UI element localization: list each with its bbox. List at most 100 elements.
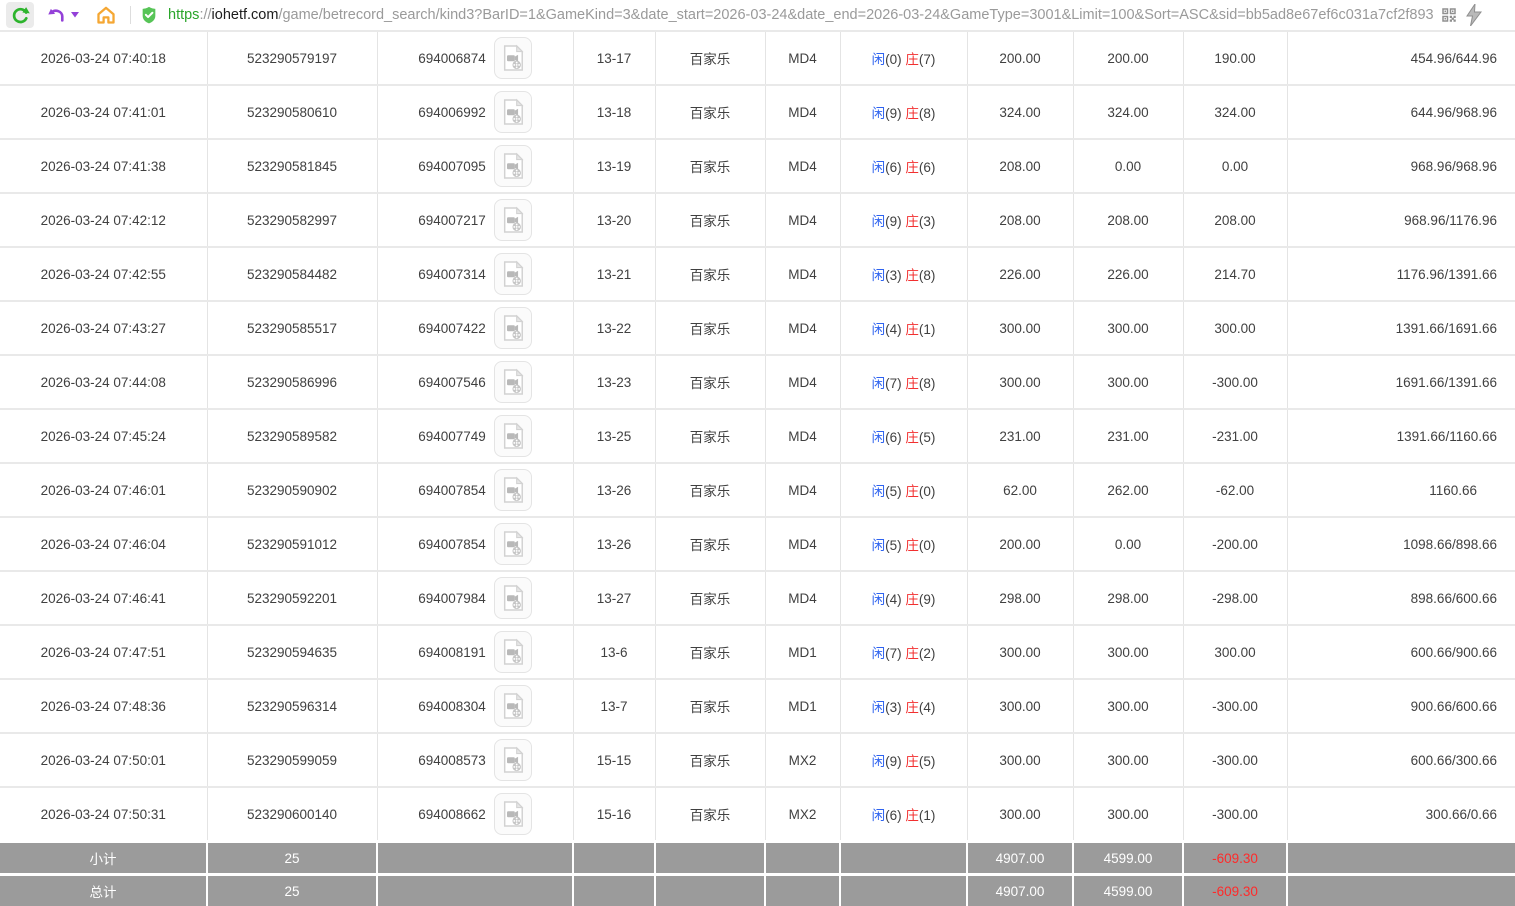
valid-amount-cell: 300.00 xyxy=(1073,625,1183,679)
table-row: 2026-03-24 07:50:01 523290599059 6940085… xyxy=(0,733,1515,787)
round-id-text: 694006874 xyxy=(418,51,486,66)
balance-cell: 600.66/300.66 xyxy=(1287,733,1515,787)
video-replay-button[interactable] xyxy=(494,523,532,565)
video-replay-button[interactable] xyxy=(494,307,532,349)
home-button[interactable] xyxy=(92,2,120,28)
table-name-cell: MD4 xyxy=(765,193,840,247)
summary-winloss-cell: -609.30 xyxy=(1183,842,1287,875)
player-label: 闲 xyxy=(872,322,886,337)
bet-id-cell: 523290590902 xyxy=(207,463,377,517)
video-replay-button[interactable] xyxy=(494,685,532,727)
player-count: (9) xyxy=(885,214,902,229)
video-replay-icon xyxy=(501,638,525,666)
bet-amount-cell: 300.00 xyxy=(967,355,1073,409)
summary-empty-cell xyxy=(840,842,967,875)
player-label: 闲 xyxy=(872,700,886,715)
balance-cell: 898.66/600.66 xyxy=(1287,571,1515,625)
round-cell: 13-26 xyxy=(573,517,655,571)
video-replay-button[interactable] xyxy=(494,739,532,781)
video-replay-button[interactable] xyxy=(494,361,532,403)
table-row: 2026-03-24 07:43:27 523290585517 6940074… xyxy=(0,301,1515,355)
summary-empty-cell xyxy=(655,842,765,875)
round-id-text: 694007422 xyxy=(418,321,486,336)
lightning-icon[interactable] xyxy=(1466,4,1482,26)
player-count: (6) xyxy=(885,430,902,445)
table-row: 2026-03-24 07:41:38 523290581845 6940070… xyxy=(0,139,1515,193)
result-cell: 闲(3) 庄(8) xyxy=(840,247,967,301)
video-replay-button[interactable] xyxy=(494,199,532,241)
round-cell: 15-16 xyxy=(573,787,655,842)
url-domain: iohetf.com xyxy=(212,7,279,23)
bet-time-cell: 2026-03-24 07:41:38 xyxy=(0,139,207,193)
bet-id-cell: 523290581845 xyxy=(207,139,377,193)
video-replay-button[interactable] xyxy=(494,793,532,835)
summary-empty-cell xyxy=(377,875,573,906)
round-cell: 13-25 xyxy=(573,409,655,463)
table-name-cell: MD4 xyxy=(765,301,840,355)
table-name-cell: MD4 xyxy=(765,355,840,409)
table-name-cell: MD4 xyxy=(765,409,840,463)
game-name-cell: 百家乐 xyxy=(655,301,765,355)
round-cell: 13-19 xyxy=(573,139,655,193)
balance-cell: 300.66/0.66 xyxy=(1287,787,1515,842)
round-cell: 13-27 xyxy=(573,571,655,625)
bet-id-cell: 523290599059 xyxy=(207,733,377,787)
address-bar[interactable]: https://iohetf.com/game/betrecord_search… xyxy=(139,2,1515,28)
video-replay-icon xyxy=(501,530,525,558)
bet-id-cell: 523290582997 xyxy=(207,193,377,247)
bet-amount-cell: 231.00 xyxy=(967,409,1073,463)
balance-cell: 454.96/644.96 xyxy=(1287,31,1515,85)
undo-button[interactable] xyxy=(42,2,70,28)
player-count: (9) xyxy=(885,106,902,121)
video-replay-icon xyxy=(501,44,525,72)
summary-winloss-cell: -609.30 xyxy=(1183,875,1287,906)
game-name-cell: 百家乐 xyxy=(655,355,765,409)
video-replay-button[interactable] xyxy=(494,631,532,673)
video-replay-button[interactable] xyxy=(494,37,532,79)
winloss-cell: 214.70 xyxy=(1183,247,1287,301)
round-id-text: 694008304 xyxy=(418,699,486,714)
round-cell: 13-22 xyxy=(573,301,655,355)
player-label: 闲 xyxy=(872,538,886,553)
valid-amount-cell: 300.00 xyxy=(1073,301,1183,355)
video-replay-button[interactable] xyxy=(494,469,532,511)
winloss-cell: 324.00 xyxy=(1183,85,1287,139)
game-name-cell: 百家乐 xyxy=(655,733,765,787)
result-cell: 闲(7) 庄(2) xyxy=(840,625,967,679)
qr-code-icon[interactable] xyxy=(1440,6,1458,24)
video-replay-button[interactable] xyxy=(494,415,532,457)
result-cell: 闲(9) 庄(8) xyxy=(840,85,967,139)
bet-id-cell: 523290579197 xyxy=(207,31,377,85)
bet-id-cell: 523290591012 xyxy=(207,517,377,571)
undo-dropdown-button[interactable] xyxy=(70,2,80,28)
bet-amount-cell: 208.00 xyxy=(967,139,1073,193)
video-replay-icon xyxy=(501,746,525,774)
player-count: (0) xyxy=(885,52,902,67)
valid-amount-cell: 231.00 xyxy=(1073,409,1183,463)
round-id-cell: 694006992 xyxy=(377,85,573,139)
valid-amount-cell: 324.00 xyxy=(1073,85,1183,139)
round-id-cell: 694007546 xyxy=(377,355,573,409)
video-replay-button[interactable] xyxy=(494,91,532,133)
summary-empty-cell xyxy=(573,842,655,875)
refresh-icon xyxy=(10,5,31,26)
video-replay-button[interactable] xyxy=(494,577,532,619)
player-count: (4) xyxy=(885,322,902,337)
video-replay-button[interactable] xyxy=(494,253,532,295)
url-path: /game/betrecord_search/kind3?BarID=1&Gam… xyxy=(278,7,1433,23)
summary-row: 总计 25 4907.00 4599.00 -609.30 xyxy=(0,875,1515,906)
round-id-cell: 694007984 xyxy=(377,571,573,625)
game-name-cell: 百家乐 xyxy=(655,517,765,571)
video-replay-button[interactable] xyxy=(494,145,532,187)
balance-cell: 1391.66/1160.66 xyxy=(1287,409,1515,463)
player-count: (5) xyxy=(885,484,902,499)
summary-empty-cell xyxy=(765,842,840,875)
banker-label: 庄 xyxy=(905,52,919,67)
game-name-cell: 百家乐 xyxy=(655,247,765,301)
refresh-button[interactable] xyxy=(6,2,34,28)
table-row: 2026-03-24 07:42:12 523290582997 6940072… xyxy=(0,193,1515,247)
bet-time-cell: 2026-03-24 07:48:36 xyxy=(0,679,207,733)
round-id-cell: 694007217 xyxy=(377,193,573,247)
summary-empty-cell xyxy=(377,842,573,875)
bet-amount-cell: 226.00 xyxy=(967,247,1073,301)
